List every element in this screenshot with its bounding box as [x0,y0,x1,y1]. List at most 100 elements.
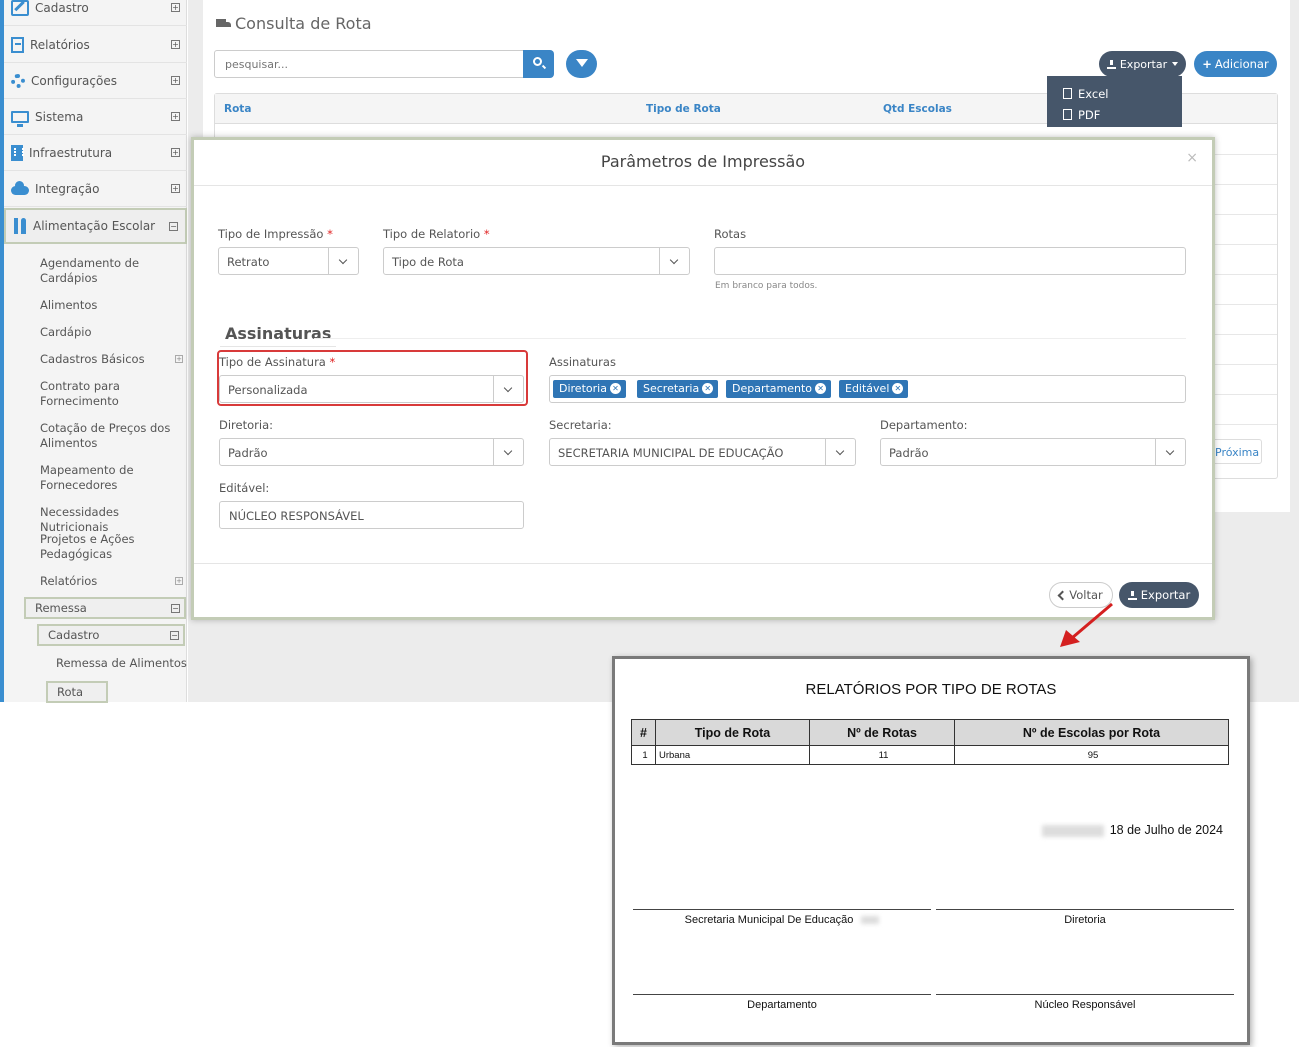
close-icon[interactable]: × [1186,150,1198,166]
expand-icon[interactable]: + [171,3,180,12]
tag-editavel[interactable]: Editável ✕ [839,380,909,398]
tag-diretoria[interactable]: Diretoria ✕ [553,380,626,398]
tipo-relatorio-select[interactable]: Tipo de Rota [383,247,690,275]
remove-tag-icon[interactable]: ✕ [892,383,904,394]
menu-item-label: PDF [1078,107,1101,122]
chevron-down-icon [493,376,523,402]
sidebar-subitem-relatorios[interactable]: Relatórios + [40,574,183,589]
sidebar-subitem[interactable]: Mapeamento de Fornecedores [40,463,180,493]
expand-icon[interactable]: + [171,76,180,85]
rotas-help-text: Em branco para todos. [715,281,818,291]
expand-icon[interactable]: + [175,577,183,585]
sidebar-item-relatorios[interactable]: Relatórios + [4,27,187,63]
expand-icon[interactable]: + [171,40,180,49]
report-date-text: 18 de Julho de 2024 [1109,823,1223,837]
sidebar-subitem-cadastros-basicos[interactable]: Cadastros Básicos + [40,352,183,367]
sidebar-subitem[interactable]: Cardápio [40,325,180,340]
next-page-button[interactable]: Próxima [1210,439,1262,464]
sidebar-subitem[interactable]: Necessidades Nutricionais [40,505,180,535]
rotas-input[interactable] [714,247,1186,275]
sidebar-subitem[interactable]: Cotação de Preços dos Alimentos [40,421,180,451]
export-dropdown-button[interactable]: Exportar [1099,51,1186,77]
export-excel-item[interactable]: Excel [1047,83,1182,104]
tipo-impressao-select[interactable]: Retrato [218,247,359,275]
export-pdf-item[interactable]: PDF [1047,104,1182,125]
remove-tag-icon[interactable]: ✕ [815,383,827,394]
remove-tag-icon[interactable]: ✕ [609,383,621,394]
expand-icon[interactable]: + [175,355,183,363]
redacted-city [1041,824,1104,837]
report-header-cell: Tipo de Rota [655,719,810,746]
tipo-assinatura-select[interactable]: Personalizada [219,375,524,403]
collapse-icon[interactable]: − [170,630,179,640]
divider [314,338,1186,339]
sidebar: Cadastro + Relatórios + Configurações + … [0,0,187,703]
secretaria-select[interactable]: SECRETARIA MUNICIPAL DE EDUCAÇÃO [549,438,856,466]
tag-departamento[interactable]: Departamento ✕ [726,380,832,398]
sidebar-item-sistema[interactable]: Sistema + [4,99,187,135]
chevron-down-icon [659,248,689,274]
sidebar-subitem-rota[interactable]: Rota [46,681,108,703]
sidebar-subitem-remessa-alimentos[interactable]: Remessa de Alimentos [56,656,196,671]
departamento-select[interactable]: Padrão [880,438,1186,466]
report-cell: 11 [809,745,955,765]
sidebar-item-infraestrutura[interactable]: Infraestrutura + [4,135,187,171]
editavel-input[interactable]: NÚCLEO RESPONSÁVEL [219,501,524,529]
sidebar-subitem-label: Cadastros Básicos [40,352,145,366]
gear-icon [11,73,25,88]
sidebar-item-label: Infraestrutura [29,145,113,160]
sidebar-subitem-cadastro[interactable]: Cadastro − [37,624,185,646]
sidebar-subitem-label: Remessa [35,601,87,615]
filter-button[interactable] [566,50,597,78]
modal-title: Parâmetros de Impressão [194,140,1212,186]
select-value: Padrão [228,446,268,460]
expand-icon[interactable]: + [171,184,180,193]
secretaria-label: Secretaria: [549,418,612,432]
assinaturas-label: Assinaturas [549,355,616,369]
sidebar-subitem[interactable]: Contrato para Fornecimento [40,379,180,409]
report-cell: Urbana [655,745,810,765]
add-label: Adicionar [1214,57,1269,71]
required-mark: * [327,227,333,241]
expand-icon[interactable]: + [171,112,180,121]
sidebar-item-configuracoes[interactable]: Configurações + [4,63,187,99]
editavel-label: Editável: [219,481,270,495]
export-button[interactable]: Exportar [1119,582,1199,608]
column-header-tipo-rota[interactable]: Tipo de Rota [646,103,721,115]
sidebar-subitem[interactable]: Projetos e Ações Pedagógicas [40,532,180,562]
tipo-relatorio-label: Tipo de Relatorio * [383,227,490,241]
remove-tag-icon[interactable]: ✕ [702,383,714,394]
expand-icon[interactable]: + [171,148,180,157]
download-icon [1127,590,1137,600]
sidebar-subitem-remessa[interactable]: Remessa − [24,597,186,619]
report-row: 1 Urbana 11 95 [631,745,1229,765]
collapse-icon[interactable]: − [169,221,178,231]
report-preview: RELATÓRIOS POR TIPO DE ROTAS # Tipo de R… [612,656,1250,1045]
search-input[interactable] [214,50,524,78]
search-button[interactable] [523,50,554,78]
sidebar-item-label: Sistema [35,109,84,124]
tipo-impressao-label: Tipo de Impressão * [218,227,333,241]
cloud-icon [11,181,29,195]
diretoria-select[interactable]: Padrão [219,438,524,466]
sidebar-item-alimentacao-escolar[interactable]: Alimentação Escolar − [4,208,187,244]
sidebar-item-label: Relatórios [30,37,90,52]
report-title: RELATÓRIOS POR TIPO DE ROTAS [805,681,1057,698]
sidebar-subitem[interactable]: Agendamento de Cardápios [40,256,180,286]
column-header-rota[interactable]: Rota [224,103,251,115]
export-label: Exportar [1119,57,1168,71]
sidebar-subitem[interactable]: Alimentos [40,298,180,313]
sidebar-subitem-label: Rota [57,685,84,699]
select-value: Tipo de Rota [392,255,464,269]
sidebar-item-label: Alimentação Escolar [33,219,156,233]
sidebar-item-integracao[interactable]: Integração + [4,171,187,207]
select-value: SECRETARIA MUNICIPAL DE EDUCAÇÃO [558,446,784,460]
add-button[interactable]: + Adicionar [1194,51,1277,77]
signature-label: Secretaria Municipal De Educação [633,914,931,926]
column-header-qtd-escolas[interactable]: Qtd Escolas [883,103,952,115]
collapse-icon[interactable]: − [171,603,180,613]
tag-secretaria[interactable]: Secretaria ✕ [637,380,719,398]
departamento-label: Departamento: [880,418,968,432]
required-mark: * [483,227,490,241]
sidebar-item-cadastro[interactable]: Cadastro + [4,0,187,26]
